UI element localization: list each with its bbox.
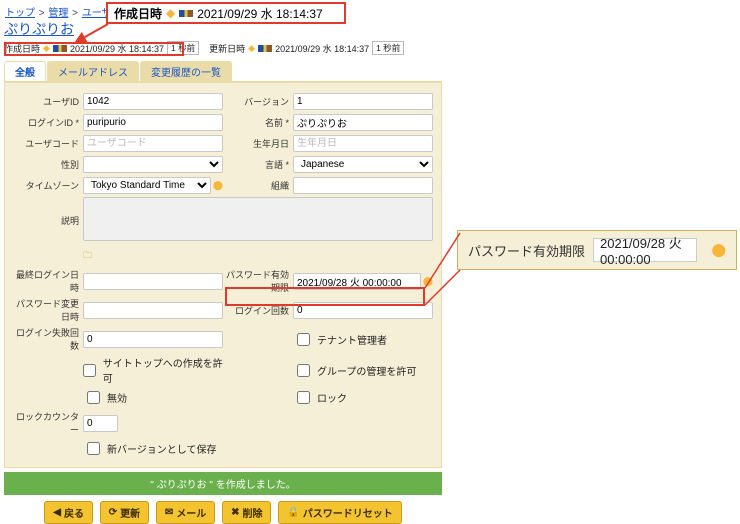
avatar-icon — [258, 45, 272, 52]
disabled-checkbox[interactable] — [87, 391, 100, 404]
browse-icon[interactable]: 🗀 — [83, 248, 92, 264]
pwreset-button[interactable]: 🔒パスワードリセット — [278, 501, 401, 524]
mail-button[interactable]: ✉メール — [156, 501, 215, 524]
created-ago: 1 秒前 — [167, 41, 199, 55]
tab-bar: 全般 メールアドレス 変更履歴の一覧 — [4, 61, 442, 82]
gender-select[interactable] — [83, 156, 223, 173]
allow-group-checkbox[interactable] — [297, 364, 310, 377]
lbl-disabled: 無効 — [107, 390, 127, 405]
button-bar: ◀戻る ⟳更新 ✉メール ✖削除 🔒パスワードリセット — [4, 501, 442, 524]
tab-mail[interactable]: メールアドレス — [47, 61, 139, 81]
callout-created: 作成日時 ◆ 2021/09/29 水 18:14:37 — [106, 2, 346, 24]
user-icon: ◆ — [248, 43, 255, 54]
company-field[interactable] — [293, 177, 433, 194]
callout-pwexp-value: 2021/09/28 火 00:00:00 — [593, 238, 697, 262]
user-id-field[interactable] — [83, 93, 223, 110]
tab-general[interactable]: 全般 — [4, 61, 46, 81]
callout-created-value: 2021/09/29 水 18:14:37 — [197, 5, 322, 22]
desc-textarea[interactable] — [83, 197, 433, 241]
lbl-failcnt: ログイン失敗回数 — [13, 326, 83, 352]
login-id-field[interactable] — [83, 114, 223, 131]
bc-mgmt[interactable]: 管理 — [48, 8, 68, 19]
lbl-company: 組織 — [223, 179, 293, 192]
birth-field[interactable] — [293, 135, 433, 152]
tab-history[interactable]: 変更履歴の一覧 — [140, 61, 232, 81]
back-icon: ◀ — [53, 507, 61, 518]
updated-label: 更新日時 — [209, 42, 245, 55]
refresh-icon: ⟳ — [109, 507, 117, 518]
back-button[interactable]: ◀戻る — [44, 501, 93, 524]
warning-icon: ⬤ — [711, 242, 726, 258]
user-code-field[interactable] — [83, 135, 223, 152]
updated-ago: 1 秒前 — [372, 41, 404, 55]
user-icon: ◆ — [166, 6, 175, 20]
lbl-login-id: ログインID * — [13, 116, 83, 129]
save-new-version-checkbox[interactable] — [87, 442, 100, 455]
lbl-tenant-mgr: テナント管理者 — [317, 332, 387, 347]
lbl-version: バージョン — [223, 95, 293, 108]
lbl-desc: 説明 — [13, 214, 83, 227]
lbl-pwchg: パスワード変更日時 — [13, 297, 83, 323]
mail-icon: ✉ — [165, 507, 173, 518]
locked-checkbox[interactable] — [297, 391, 310, 404]
update-button[interactable]: ⟳更新 — [100, 501, 149, 524]
lbl-user-id: ユーザID — [13, 95, 83, 108]
tenant-mgr-checkbox[interactable] — [297, 333, 310, 346]
user-icon: ◆ — [43, 43, 50, 54]
created-label: 作成日時 — [4, 42, 40, 55]
created-value: 2021/09/29 水 18:14:37 — [70, 42, 164, 55]
lbl-allow-sitetop: サイトトップへの作成を許可 — [103, 355, 223, 385]
logincnt-field[interactable] — [293, 302, 433, 319]
delete-button[interactable]: ✖削除 — [222, 501, 271, 524]
general-panel: ユーザID バージョン ログインID * 名前 * ユーザコード 生年月日 性別… — [4, 82, 442, 468]
updated-value: 2021/09/29 水 18:14:37 — [275, 42, 369, 55]
lang-select[interactable]: Japanese — [293, 156, 433, 173]
name-field[interactable] — [293, 114, 433, 131]
lbl-name: 名前 * — [223, 116, 293, 129]
version-field[interactable] — [293, 93, 433, 110]
last-login-field[interactable] — [83, 273, 223, 290]
lbl-gender: 性別 — [13, 158, 83, 171]
lbl-allow-group: グループの管理を許可 — [317, 363, 416, 378]
warning-icon: ⬤ — [213, 180, 223, 191]
failcnt-field[interactable] — [83, 331, 223, 348]
lbl-timezone: タイムゾーン — [13, 179, 83, 192]
lbl-lang: 言語 * — [223, 158, 293, 171]
lbl-birth: 生年月日 — [223, 137, 293, 150]
lbl-save-new-version: 新バージョンとして保存 — [107, 441, 217, 456]
callout-pwexp-label: パスワード有効期限 — [468, 241, 585, 260]
lbl-last-login: 最終ログイン日時 — [13, 268, 83, 294]
bc-top[interactable]: トップ — [5, 8, 35, 19]
warning-icon: ⬤ — [423, 276, 433, 287]
close-icon: ✖ — [231, 507, 239, 518]
lock-icon: 🔒 — [287, 507, 299, 518]
lockcnt-field[interactable] — [83, 415, 118, 432]
pwchg-field[interactable] — [83, 302, 223, 319]
lbl-logincnt: ログイン回数 — [223, 304, 293, 317]
lbl-pwexp: パスワード有効期限 — [223, 268, 293, 294]
flash-message: " ぷりぷりお " を作成しました。 — [4, 472, 442, 495]
allow-sitetop-checkbox[interactable] — [83, 364, 96, 377]
timezone-select[interactable]: Tokyo Standard Time — [83, 177, 211, 194]
lbl-lockcnt: ロックカウンター — [13, 410, 83, 436]
callout-created-label: 作成日時 — [114, 5, 162, 22]
pwexp-field[interactable] — [293, 273, 421, 290]
avatar-icon — [179, 10, 193, 17]
callout-pwexp: パスワード有効期限 2021/09/28 火 00:00:00 ⬤ — [457, 230, 737, 270]
avatar-icon — [53, 45, 67, 52]
lbl-user-code: ユーザコード — [13, 137, 83, 150]
lbl-locked: ロック — [317, 390, 347, 405]
